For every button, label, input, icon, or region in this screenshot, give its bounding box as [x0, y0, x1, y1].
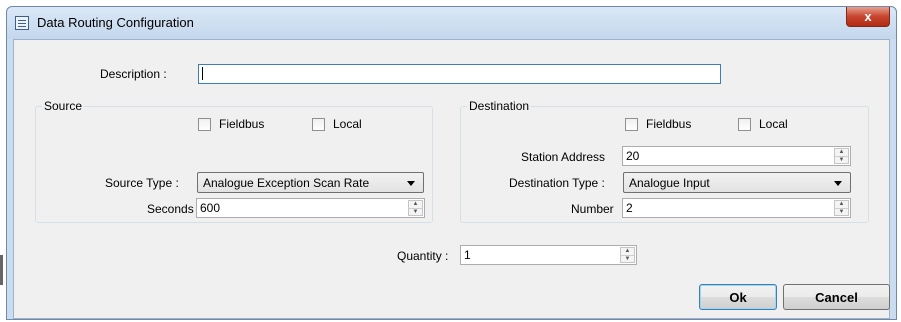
title-bar[interactable]: Data Routing Configuration x [7, 7, 896, 39]
destination-local-label: Local [759, 117, 788, 131]
source-fieldbus-box[interactable] [198, 117, 211, 131]
spin-down-icon[interactable]: ▼ [621, 256, 634, 263]
text-caret [202, 67, 203, 81]
quantity-value: 1 [464, 248, 471, 262]
destination-group-title: Destination [467, 99, 532, 113]
number-label: Number [571, 202, 614, 216]
window-title: Data Routing Configuration [37, 15, 194, 30]
station-address-label: Station Address [521, 150, 606, 164]
number-spinner[interactable]: 2 ▲ ▼ [622, 198, 851, 218]
spin-down-icon[interactable]: ▼ [835, 209, 848, 216]
destination-type-label: Destination Type : [509, 176, 605, 190]
dropdown-arrow-icon [834, 181, 842, 186]
source-local-checkbox[interactable]: Local [312, 117, 362, 131]
description-input[interactable] [198, 64, 721, 84]
dialog-client-area: Description : Source Fieldbus Local Sour… [13, 39, 890, 319]
source-group-title: Source [42, 99, 85, 113]
source-local-label: Local [333, 117, 362, 131]
station-address-value: 20 [626, 149, 640, 163]
source-type-dropdown[interactable]: Analogue Exception Scan Rate [197, 172, 424, 193]
ok-button[interactable]: Ok [699, 284, 777, 310]
destination-type-dropdown[interactable]: Analogue Input [623, 172, 851, 193]
spin-up-icon[interactable]: ▲ [835, 201, 848, 209]
spin-up-icon[interactable]: ▲ [409, 201, 422, 209]
seconds-label: Seconds [147, 202, 194, 216]
description-label: Description : [100, 67, 167, 81]
left-edge-grip [0, 255, 3, 285]
source-fieldbus-label: Fieldbus [219, 117, 265, 131]
number-spin-buttons[interactable]: ▲ ▼ [834, 200, 849, 216]
source-fieldbus-checkbox[interactable]: Fieldbus [198, 117, 264, 131]
destination-groupbox: Destination Fieldbus Local Station Addre… [460, 99, 869, 223]
quantity-spinner[interactable]: 1 ▲ ▼ [460, 245, 637, 265]
seconds-value: 600 [200, 201, 221, 215]
station-address-spinner[interactable]: 20 ▲ ▼ [622, 146, 851, 166]
spin-down-icon[interactable]: ▼ [835, 157, 848, 164]
destination-local-box[interactable] [738, 117, 751, 131]
spin-up-icon[interactable]: ▲ [835, 149, 848, 157]
close-button[interactable]: x [846, 7, 890, 27]
station-address-spin-buttons[interactable]: ▲ ▼ [834, 148, 849, 164]
seconds-spinner[interactable]: 600 ▲ ▼ [196, 198, 425, 218]
destination-fieldbus-box[interactable] [625, 117, 638, 131]
source-type-label: Source Type : [105, 176, 179, 190]
source-groupbox: Source Fieldbus Local Source Type : Anal… [35, 99, 433, 223]
number-value: 2 [626, 201, 633, 215]
quantity-label: Quantity : [397, 249, 449, 263]
dropdown-arrow-icon [407, 181, 415, 186]
seconds-spin-buttons[interactable]: ▲ ▼ [408, 200, 423, 216]
destination-fieldbus-label: Fieldbus [646, 117, 692, 131]
destination-fieldbus-checkbox[interactable]: Fieldbus [625, 117, 691, 131]
close-icon: x [864, 9, 872, 24]
app-icon [15, 16, 29, 30]
source-type-value: Analogue Exception Scan Rate [203, 176, 370, 190]
spin-up-icon[interactable]: ▲ [621, 248, 634, 256]
cancel-button[interactable]: Cancel [783, 284, 890, 310]
dialog-window: Data Routing Configuration x Description… [6, 6, 897, 320]
destination-local-checkbox[interactable]: Local [738, 117, 788, 131]
spin-down-icon[interactable]: ▼ [409, 209, 422, 216]
destination-type-value: Analogue Input [629, 176, 710, 190]
quantity-spin-buttons[interactable]: ▲ ▼ [620, 247, 635, 263]
source-local-box[interactable] [312, 117, 325, 131]
